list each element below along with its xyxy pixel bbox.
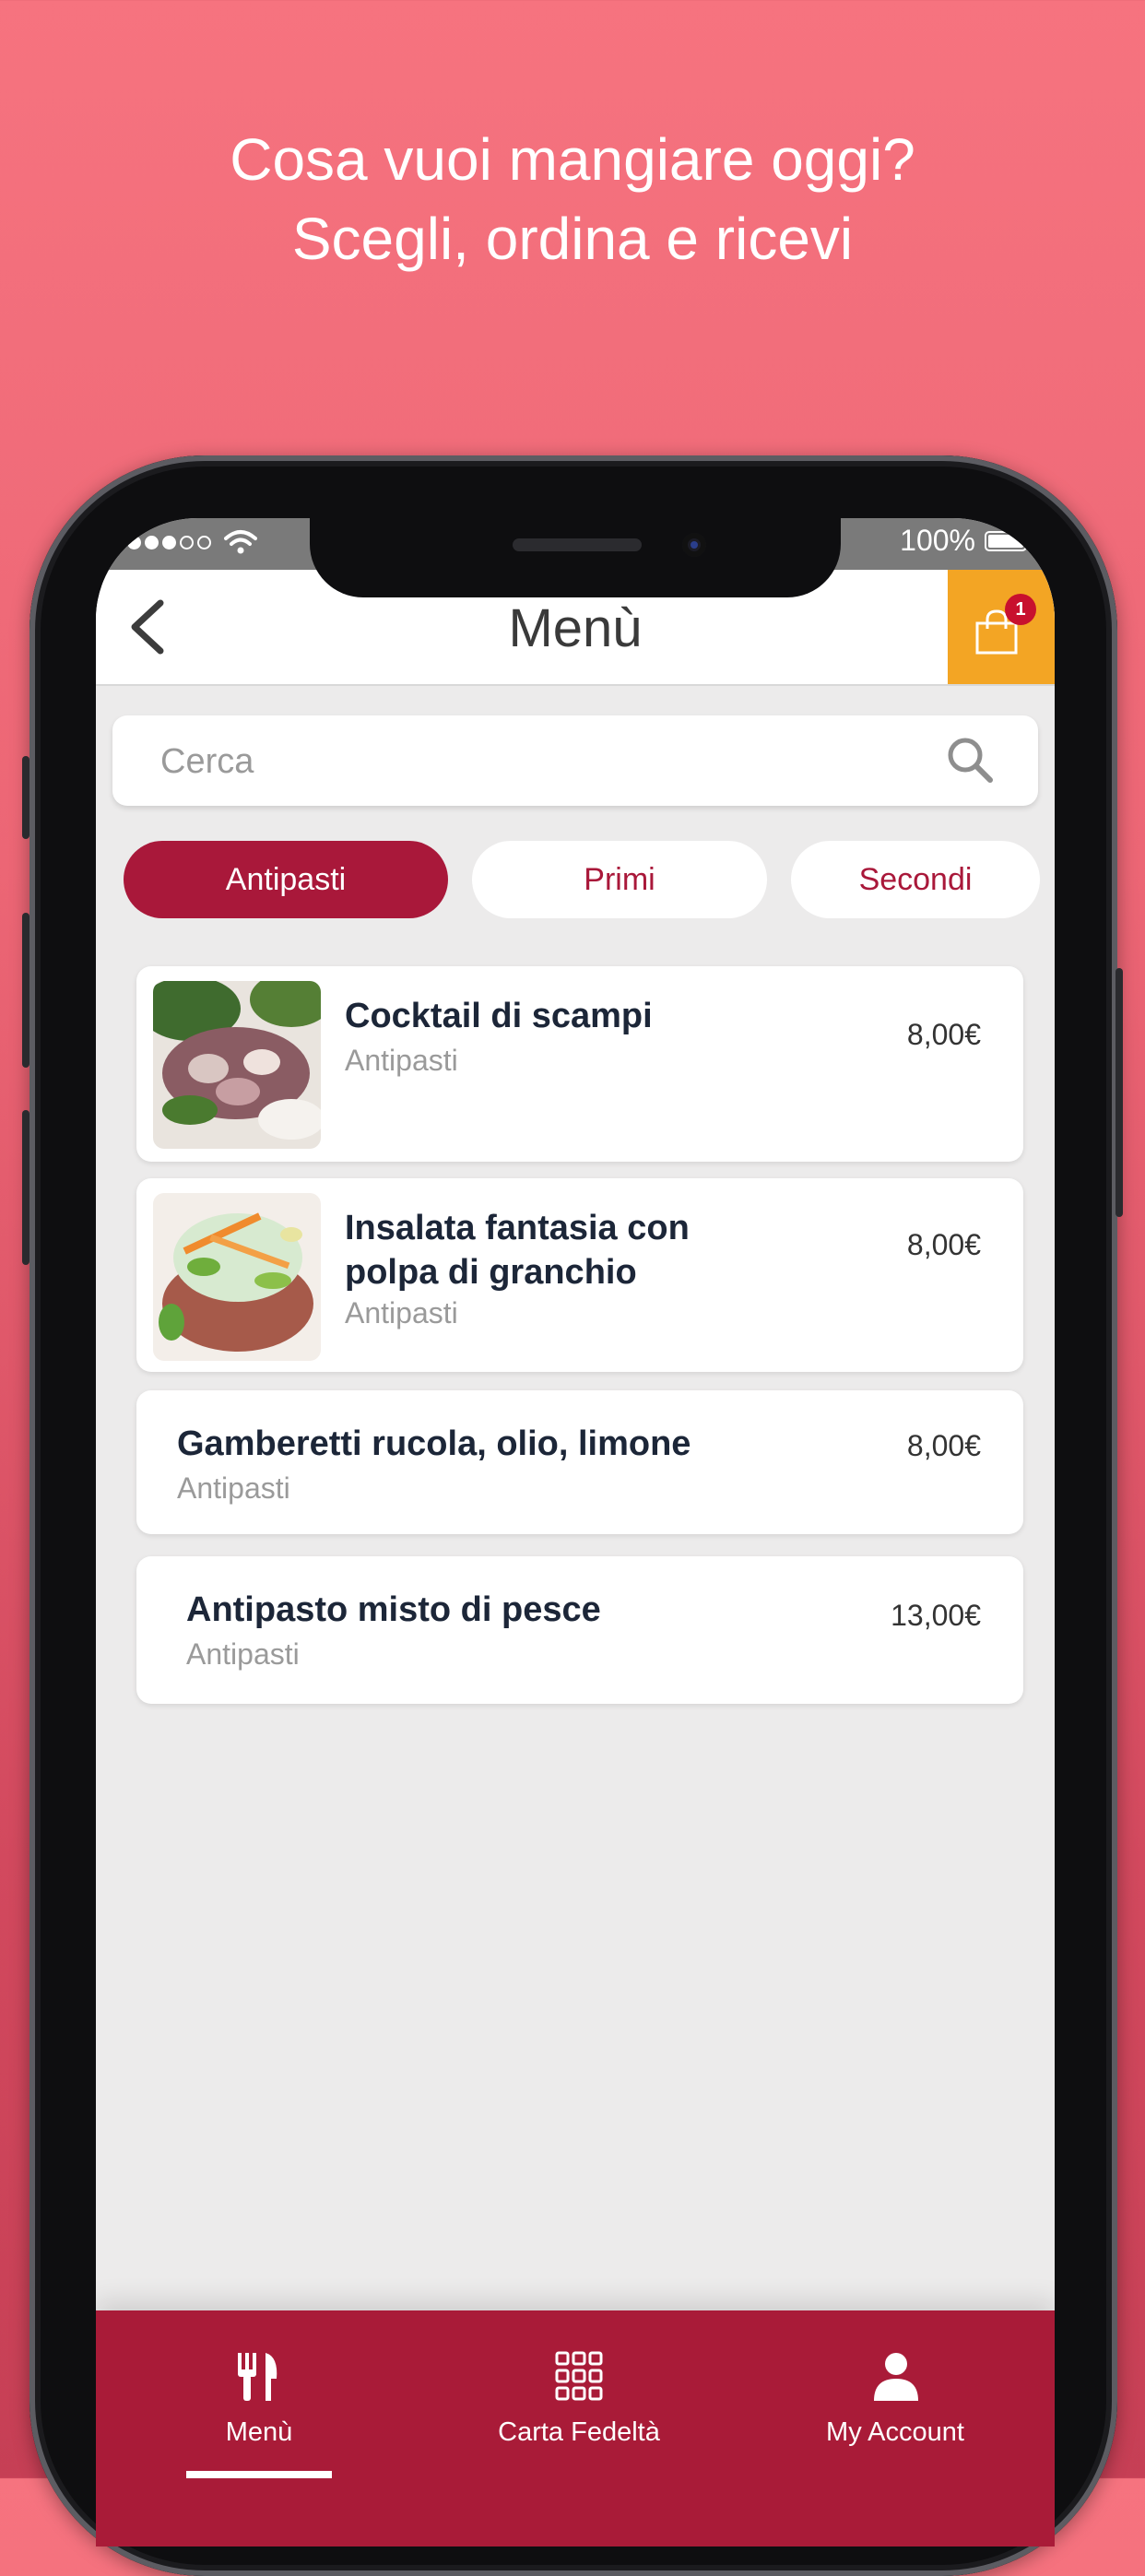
battery-percent: 100% — [900, 524, 975, 557]
grid-icon — [555, 2351, 603, 2401]
menu-item-card[interactable]: Insalata fantasia con polpa di granchio … — [136, 1178, 1023, 1372]
search-input[interactable] — [159, 715, 918, 808]
item-price: 8,00€ — [906, 1228, 981, 1261]
search-icon[interactable] — [944, 734, 996, 786]
category-tabs: Antipasti Primi Secondi — [96, 841, 1055, 918]
cutlery-icon — [238, 2353, 277, 2401]
phone-volume-up — [22, 913, 30, 1068]
tab-carta-fedelta-label: Carta Fedeltà — [498, 2417, 660, 2447]
menu-item-card[interactable]: Cocktail di scampi Antipasti 8,00€ — [136, 966, 1023, 1162]
speaker-grille — [513, 538, 642, 551]
item-category: Antipasti — [345, 1296, 458, 1329]
battery-icon — [985, 530, 1027, 551]
item-price: 8,00€ — [906, 1018, 981, 1051]
item-price: 13,00€ — [891, 1599, 981, 1632]
promo-line-1: Cosa vuoi mangiare oggi? — [230, 126, 915, 193]
phone-side-button — [22, 756, 30, 839]
wifi-icon — [224, 530, 257, 554]
phone-volume-down — [22, 1110, 30, 1265]
item-name: Insalata fantasia con polpa di granchio — [345, 1209, 690, 1292]
menu-item-card[interactable]: Antipasto misto di pesce Antipasti 13,00… — [136, 1556, 1023, 1704]
item-name: Antipasto misto di pesce — [186, 1590, 601, 1629]
user-icon — [874, 2353, 918, 2401]
tab-menu-label: Menù — [225, 2417, 293, 2447]
promo-line-2: Scegli, ordina e ricevi — [291, 206, 854, 272]
front-camera — [682, 533, 706, 557]
signal-wifi — [127, 529, 257, 555]
item-name: Cocktail di scampi — [345, 997, 653, 1035]
search-bar — [112, 715, 1038, 808]
cart-count-badge: 1 — [1005, 594, 1036, 625]
cart-button[interactable]: 1 — [948, 570, 1055, 684]
phone-notch — [310, 518, 841, 597]
item-photo-cocktail-scampi — [153, 981, 321, 1149]
tab-menu[interactable]: Menù — [96, 2310, 422, 2546]
signal-icon — [127, 535, 211, 549]
item-category: Antipasti — [345, 1044, 458, 1077]
item-category: Antipasti — [186, 1637, 300, 1671]
menu-item-card[interactable]: Gamberetti rucola, olio, limone Antipast… — [136, 1390, 1023, 1534]
item-price: 8,00€ — [906, 1429, 981, 1462]
dish-image-icon — [153, 1193, 321, 1361]
page-title: Menù — [508, 598, 643, 658]
dish-image-icon — [153, 981, 321, 1149]
phone-power-button — [1115, 968, 1123, 1217]
tab-secondi[interactable]: Secondi — [791, 841, 1040, 918]
tab-my-account[interactable]: My Account — [736, 2310, 1055, 2546]
bottom-tab-bar: Menù Carta Fedeltà My Account — [96, 2310, 1055, 2546]
tab-antipasti[interactable]: Antipasti — [124, 841, 448, 918]
item-category: Antipasti — [177, 1471, 290, 1505]
tab-my-account-label: My Account — [826, 2417, 964, 2447]
item-name: Gamberetti rucola, olio, limone — [177, 1424, 691, 1463]
app-screen: 100% Menù 1 Antipasti Primi Secondi — [96, 518, 1055, 2546]
promo-headline: Cosa vuoi mangiare oggi? Scegli, ordina … — [0, 120, 1145, 278]
tab-carta-fedelta[interactable]: Carta Fedeltà — [422, 2310, 736, 2546]
battery-status: 100% — [900, 524, 1027, 558]
tab-primi[interactable]: Primi — [472, 841, 767, 918]
item-photo-insalata-fantasia — [153, 1193, 321, 1361]
active-tab-indicator — [186, 2471, 332, 2478]
